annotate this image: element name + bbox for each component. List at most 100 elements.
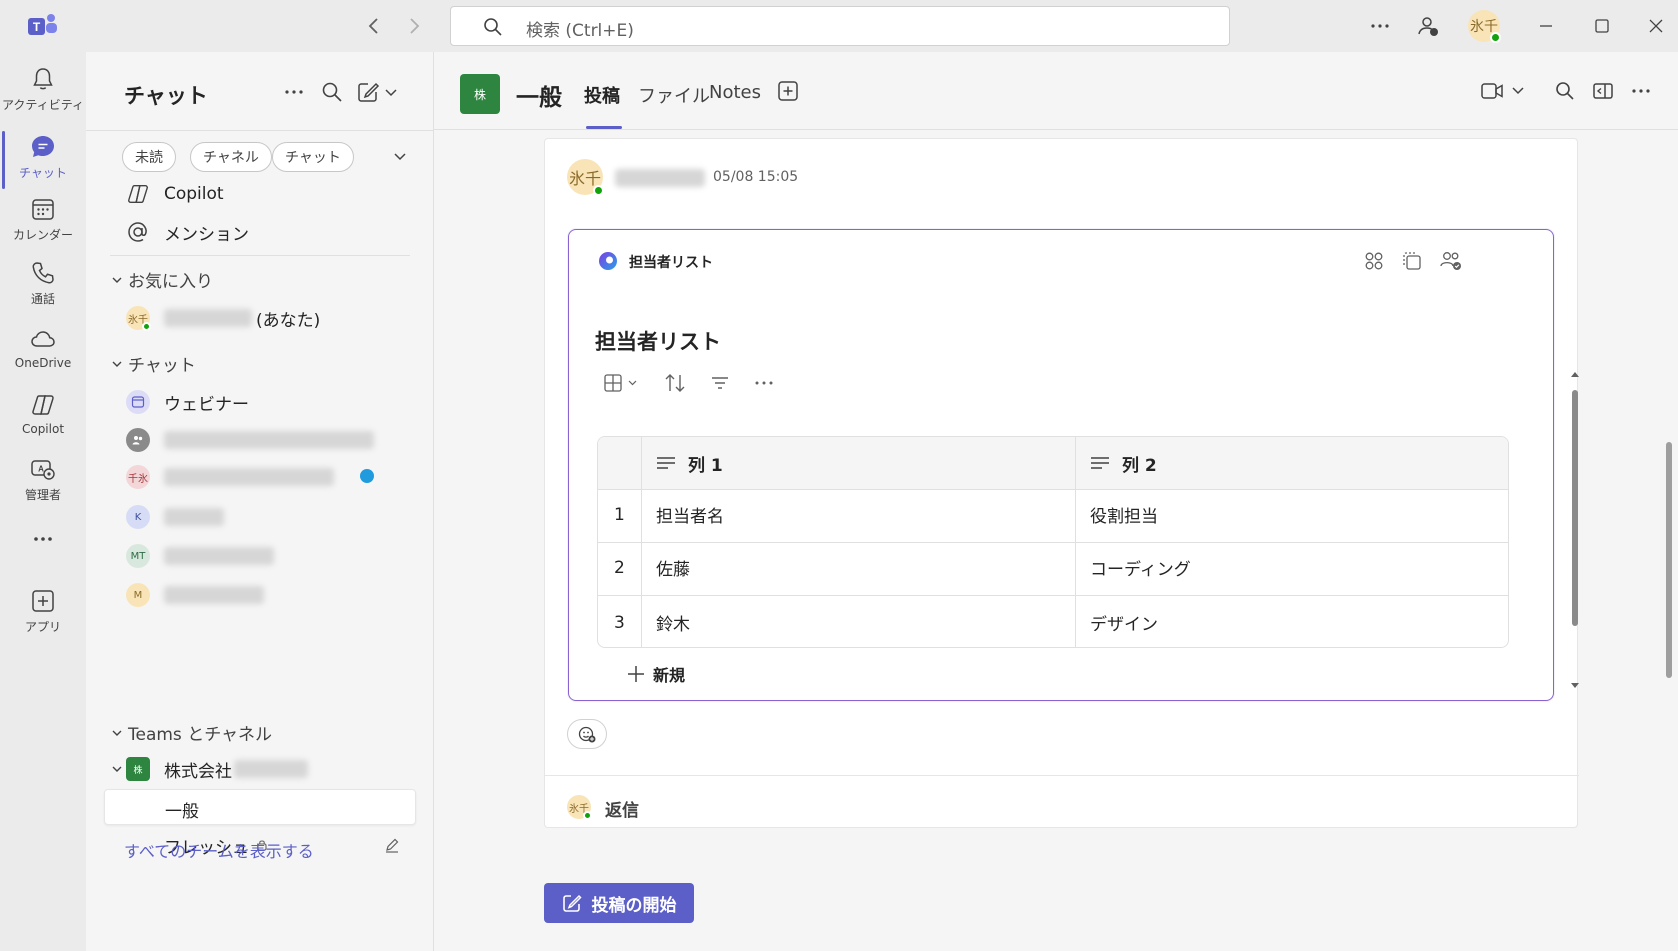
table-header-row: 列 1 列 2 <box>598 437 1508 489</box>
maximize-icon[interactable] <box>1590 14 1614 38</box>
chat-item-webinar[interactable]: ウェビナー <box>86 384 434 420</box>
post-thread: 氷千 05/08 15:05 担当者リスト 担当者リスト 列 1 列 2 1 担… <box>544 138 1579 828</box>
search-box[interactable]: 検索 (Ctrl+E) <box>450 6 1230 46</box>
at-icon <box>128 222 147 242</box>
more-options-icon[interactable] <box>282 80 306 104</box>
rail-item-apps[interactable]: アプリ <box>0 588 86 648</box>
chevron-down-icon <box>112 277 122 283</box>
page-scrollbar[interactable] <box>1666 442 1672 678</box>
post-timestamp: 05/08 15:05 <box>713 169 799 185</box>
chat-item-person[interactable]: M <box>86 577 434 613</box>
copy-component-icon[interactable] <box>1401 250 1423 272</box>
teams-section-header[interactable]: Teams とチャネル <box>110 720 272 745</box>
list-app-name: 担当者リスト <box>629 255 713 271</box>
start-post-button[interactable]: 投稿の開始 <box>544 883 694 923</box>
scroll-down-arrow-icon[interactable] <box>1570 682 1580 690</box>
cloud-icon <box>31 331 55 347</box>
add-tab-icon[interactable] <box>777 80 799 102</box>
tab-notes[interactable]: Notes <box>709 82 761 103</box>
chat-item-person[interactable]: MT <box>86 538 434 574</box>
new-chat-icon[interactable] <box>356 80 400 104</box>
close-icon[interactable] <box>1644 14 1668 38</box>
redacted-author-name <box>615 169 705 187</box>
rail-item-calls[interactable]: 通話 <box>0 260 86 320</box>
back-arrow-icon[interactable] <box>362 14 386 38</box>
add-new-row-button[interactable]: 新規 <box>627 662 685 686</box>
column-header-2[interactable]: 列 2 <box>1090 437 1157 489</box>
search-icon[interactable] <box>320 80 344 104</box>
rail-item-copilot[interactable]: Copilot <box>0 392 86 452</box>
table-row[interactable]: 3 鈴木 デザイン <box>598 595 1508 647</box>
add-app-icon <box>32 590 54 612</box>
more-options-icon[interactable] <box>1630 80 1652 102</box>
chevron-down-icon <box>112 766 122 772</box>
show-all-teams-link[interactable]: すべてのチームを表示する <box>124 838 314 862</box>
author-avatar[interactable]: 氷千 <box>567 159 604 196</box>
team-item[interactable]: 株 株式会社 <box>86 751 434 787</box>
filter-channels[interactable]: チャネル <box>190 142 272 172</box>
people-sync-icon[interactable] <box>1416 14 1440 38</box>
avatar: 氷千 <box>126 306 151 331</box>
scroll-up-arrow-icon[interactable] <box>1570 370 1580 378</box>
user-avatar[interactable]: 氷千 <box>1468 10 1501 43</box>
add-reaction-button[interactable] <box>567 719 607 749</box>
favorite-self-chat[interactable]: 氷千 (あなた) <box>86 300 434 336</box>
tab-posts[interactable]: 投稿 <box>584 82 620 108</box>
list-component-card: 担当者リスト 担当者リスト 列 1 列 2 1 担当者名 役割担当 2 佐藤 コ… <box>568 229 1579 701</box>
list-table: 列 1 列 2 1 担当者名 役割担当 2 佐藤 コーディング 3 鈴木 デザイ… <box>597 436 1509 648</box>
bell-icon <box>33 68 53 90</box>
compose-icon <box>562 894 582 912</box>
view-grid-dropdown-icon[interactable] <box>603 372 643 394</box>
chats-section-header[interactable]: チャット <box>110 351 196 376</box>
rail-item-admin[interactable]: A 管理者 <box>0 456 86 516</box>
channel-header: 株 一般 投稿 ファイル Notes <box>434 52 1678 130</box>
chat-item-person[interactable]: K <box>86 499 434 535</box>
chat-item-person[interactable]: 千氷 <box>86 459 434 495</box>
text-column-icon <box>657 457 675 469</box>
copilot-icon <box>32 395 54 415</box>
presence-available-icon <box>593 185 604 196</box>
sidebar-item-mentions[interactable]: メンション <box>86 214 434 250</box>
minimize-icon[interactable] <box>1534 14 1558 38</box>
list-title: 担当者リスト <box>595 330 721 354</box>
reply-avatar: 氷千 <box>567 795 592 820</box>
tab-files[interactable]: ファイル <box>638 82 710 108</box>
skype-badge-icon <box>360 469 374 483</box>
column-header-1[interactable]: 列 1 <box>656 437 723 489</box>
open-panel-icon[interactable] <box>1592 80 1614 102</box>
edit-icon[interactable] <box>384 837 400 853</box>
filter-unread[interactable]: 未読 <box>122 142 176 172</box>
more-options-icon[interactable] <box>1368 14 1392 38</box>
redacted-name <box>164 309 252 327</box>
filter-icon[interactable] <box>709 372 731 394</box>
sort-icon[interactable] <box>663 372 687 394</box>
redacted-name <box>164 547 274 565</box>
table-row[interactable]: 2 佐藤 コーディング <box>598 542 1508 592</box>
table-row[interactable]: 1 担当者名 役割担当 <box>598 489 1508 539</box>
team-avatar: 株 <box>460 74 500 114</box>
reply-button[interactable]: 返信 <box>605 796 639 821</box>
people-shared-icon[interactable] <box>1439 250 1463 272</box>
rail-item-chat[interactable]: チャット <box>0 134 86 194</box>
webinar-calendar-icon <box>126 390 150 414</box>
favorites-section-header[interactable]: お気に入り <box>110 267 213 292</box>
rail-more-apps[interactable] <box>0 526 86 556</box>
channel-item-general[interactable]: 一般 <box>104 789 416 825</box>
rail-item-calendar[interactable]: カレンダー <box>0 196 86 256</box>
filter-expand-chevron-icon[interactable] <box>390 146 410 166</box>
filter-chats[interactable]: チャット <box>272 142 354 172</box>
chat-icon <box>32 136 54 157</box>
card-scrollbar[interactable] <box>1572 390 1578 626</box>
forward-arrow-icon[interactable] <box>402 14 426 38</box>
chat-item-group[interactable] <box>86 422 434 458</box>
sidebar-item-copilot[interactable]: Copilot <box>86 176 434 212</box>
rail-item-onedrive[interactable]: OneDrive <box>0 326 86 386</box>
redacted-name <box>164 508 224 526</box>
apps-grid-icon[interactable] <box>1363 250 1385 272</box>
avatar: 千氷 <box>126 465 150 489</box>
emoji-add-icon <box>578 726 596 743</box>
meet-video-icon[interactable] <box>1480 80 1528 102</box>
more-options-icon[interactable] <box>753 372 775 394</box>
rail-item-activity[interactable]: アクティビティ <box>0 66 86 126</box>
search-icon[interactable] <box>1554 80 1576 102</box>
